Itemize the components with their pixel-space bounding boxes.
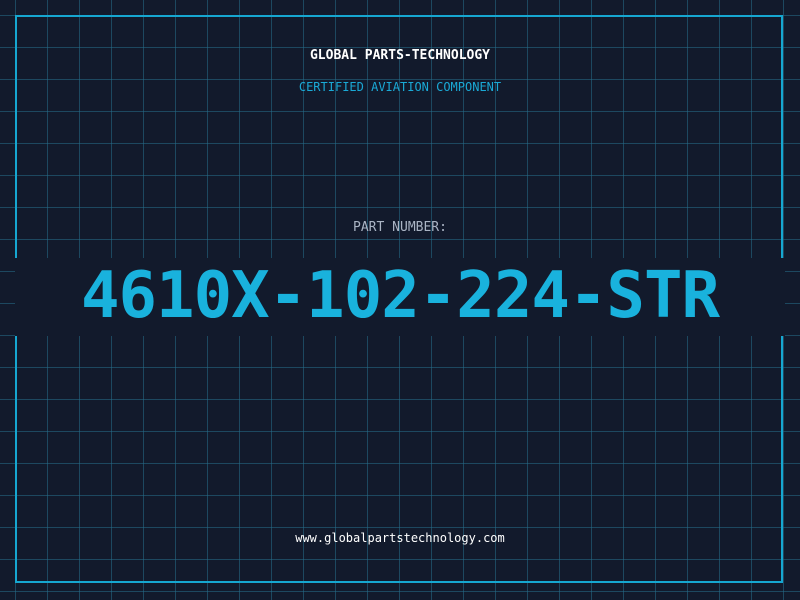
website-url: www.globalpartstechnology.com — [295, 531, 505, 545]
blueprint-canvas: GLOBAL PARTS-TECHNOLOGY CERTIFIED AVIATI… — [0, 0, 800, 600]
certification-tagline: CERTIFIED AVIATION COMPONENT — [298, 80, 502, 94]
brand-title: GLOBAL PARTS-TECHNOLOGY — [309, 48, 490, 63]
part-number-label: PART NUMBER: — [353, 220, 447, 235]
part-number-value: 4610X-102-224-STR — [80, 259, 720, 333]
